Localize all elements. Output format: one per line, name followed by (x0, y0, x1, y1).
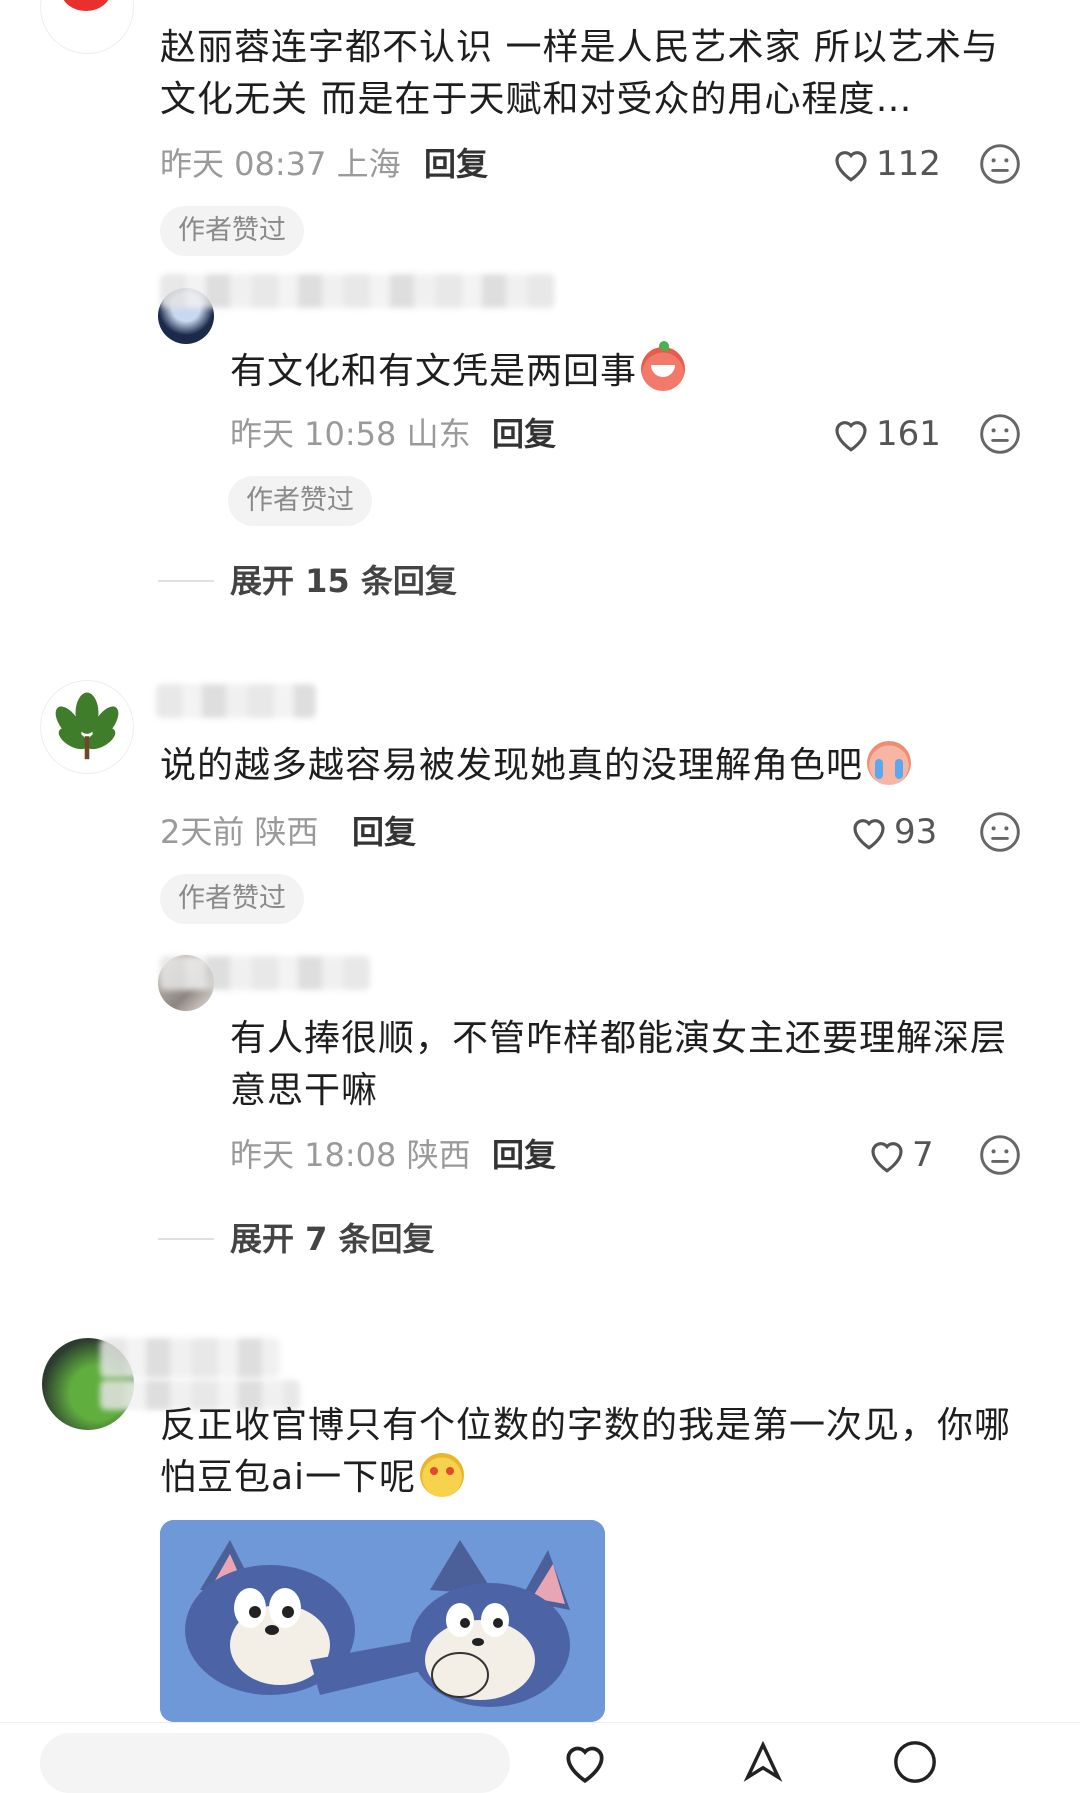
expand-divider (158, 1238, 214, 1240)
author-liked-badge: 作者赞过 (160, 874, 304, 924)
emoji-reaction-icon[interactable] (978, 1133, 1022, 1177)
heart-icon[interactable] (560, 1739, 610, 1785)
yellow-creature-emoji-icon (420, 1453, 465, 1497)
avatar[interactable] (40, 680, 134, 774)
bottom-bar (0, 1722, 1080, 1793)
reply-meta: 昨天 10:58 山东 (230, 415, 471, 453)
heart-icon (835, 421, 867, 452)
comment-meta: 昨天 08:37 上海 (160, 145, 401, 183)
blurred-username (160, 274, 555, 308)
like-count: 161 (876, 414, 941, 454)
comment-icon[interactable] (890, 1739, 940, 1785)
comment-input-field[interactable] (40, 1733, 510, 1793)
heart-icon (871, 1142, 903, 1173)
like-button[interactable]: 93 (848, 812, 937, 852)
cartoon-cats-image-icon (160, 1520, 605, 1722)
emoji-reaction-icon[interactable] (978, 412, 1022, 456)
expand-divider (158, 580, 214, 582)
comment-meta: 2天前 陕西 (160, 813, 319, 851)
comment-text: 反正收官博只有个位数的字数的我是第一次见，你哪怕豆包ai一下呢 (160, 1405, 1012, 1498)
like-count: 93 (894, 812, 938, 852)
blurred-username (100, 1338, 280, 1378)
heart-icon (853, 819, 885, 850)
comment-image[interactable] (160, 1520, 605, 1722)
expand-replies-button[interactable]: 展开 7 条回复 (230, 1219, 435, 1259)
reply-button[interactable]: 回复 (424, 144, 488, 184)
like-count: 112 (876, 144, 941, 184)
reply-button[interactable]: 回复 (352, 812, 416, 852)
comment-text: 赵丽蓉连字都不认识 一样是人民艺术家 所以艺术与文化无关 而是在于天赋和对受众的… (160, 27, 999, 120)
emoji-reaction-icon[interactable] (978, 810, 1022, 854)
heart-icon (835, 151, 867, 182)
avatar-red-dot (61, 0, 111, 11)
like-count: 7 (912, 1135, 934, 1175)
author-liked-badge: 作者赞过 (160, 206, 304, 256)
reply-button[interactable]: 回复 (492, 414, 556, 454)
comment-text: 说的越多越容易被发现她真的没理解角色吧 (160, 740, 1020, 792)
laughing-peach-emoji-icon (641, 341, 686, 391)
author-liked-badge: 作者赞过 (228, 476, 372, 526)
expand-replies-button[interactable]: 展开 15 条回复 (230, 561, 457, 601)
avatar[interactable] (40, 0, 134, 54)
reply-text: 有人捧很顺，不管咋样都能演女主还要理解深层意思干嘛 (230, 1018, 1008, 1111)
like-button[interactable]: 7 (866, 1135, 934, 1175)
reply-meta: 昨天 18:08 陕西 (230, 1136, 471, 1174)
like-button[interactable]: 112 (830, 144, 941, 184)
reply-button[interactable]: 回复 (492, 1135, 556, 1175)
leaf-plant-icon (55, 692, 119, 760)
emoji-reaction-icon[interactable] (978, 142, 1022, 186)
blurred-username (156, 684, 316, 718)
like-button[interactable]: 161 (830, 414, 941, 454)
crying-face-emoji-icon (867, 741, 912, 785)
blurred-username (160, 956, 370, 990)
share-icon[interactable] (740, 1739, 786, 1785)
reply-text: 有文化和有文凭是两回事 (230, 341, 1010, 398)
